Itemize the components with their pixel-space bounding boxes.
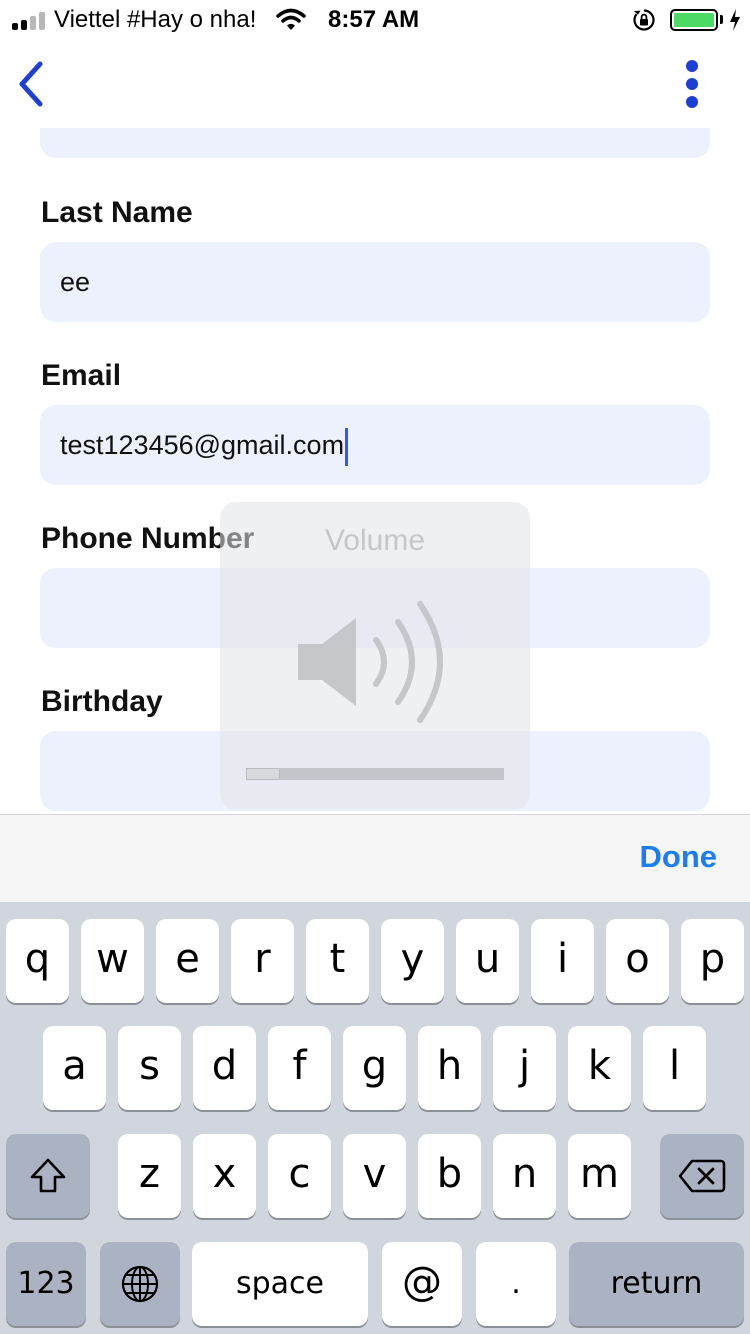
keyboard-toolbar: Done (0, 814, 750, 902)
volume-level-fill (246, 768, 280, 780)
key-h[interactable]: h (418, 1026, 481, 1110)
key-w[interactable]: w (81, 919, 144, 1003)
key-m[interactable]: m (568, 1134, 631, 1218)
signal-icon (12, 12, 48, 30)
backspace-key[interactable] (660, 1134, 744, 1218)
key-k[interactable]: k (568, 1026, 631, 1110)
return-key[interactable]: return (569, 1242, 744, 1326)
key-x[interactable]: x (193, 1134, 256, 1218)
key-f[interactable]: f (268, 1026, 331, 1110)
keyboard: q w e r t y u i o p a s d f g h j k l z … (0, 902, 750, 1334)
email-field[interactable]: test123456@gmail.com (40, 405, 710, 485)
last-name-value: ee (60, 267, 91, 297)
key-c[interactable]: c (268, 1134, 331, 1218)
birthday-label: Birthday (41, 685, 163, 718)
status-time: 8:57 AM (328, 6, 420, 33)
text-cursor (345, 427, 349, 466)
at-key[interactable]: @ (382, 1242, 462, 1326)
key-z[interactable]: z (118, 1134, 181, 1218)
shift-icon (30, 1158, 66, 1193)
key-u[interactable]: u (456, 919, 519, 1003)
globe-key[interactable] (100, 1242, 180, 1326)
volume-hud: Volume (220, 502, 530, 810)
key-y[interactable]: y (381, 919, 444, 1003)
email-value: test123456@gmail.com (60, 430, 345, 460)
status-bar: Viettel #Hay o nha! 8:57 AM (0, 0, 750, 40)
key-v[interactable]: v (343, 1134, 406, 1218)
period-key[interactable]: . (476, 1242, 556, 1326)
done-button[interactable]: Done (640, 839, 718, 875)
last-name-label: Last Name (41, 196, 193, 229)
key-b[interactable]: b (418, 1134, 481, 1218)
back-button[interactable] (12, 58, 52, 110)
volume-level-bar (246, 768, 504, 780)
key-p[interactable]: p (681, 919, 744, 1003)
key-e[interactable]: e (156, 919, 219, 1003)
rotation-lock-icon (633, 9, 655, 31)
key-q[interactable]: q (6, 919, 69, 1003)
more-vertical-icon (686, 60, 698, 72)
speaker-icon (298, 601, 443, 723)
globe-icon (121, 1265, 159, 1303)
first-name-field[interactable] (40, 128, 710, 158)
charging-icon (730, 9, 740, 31)
key-s[interactable]: s (118, 1026, 181, 1110)
key-o[interactable]: o (606, 919, 669, 1003)
backspace-icon (678, 1159, 726, 1193)
chevron-left-icon (19, 61, 43, 107)
battery-level (674, 13, 714, 27)
space-key[interactable]: space (192, 1242, 368, 1326)
numbers-key[interactable]: 123 (6, 1242, 86, 1326)
email-label: Email (41, 359, 122, 392)
key-i[interactable]: i (531, 919, 594, 1003)
carrier-name: Viettel #Hay o nha! (54, 6, 257, 33)
wifi-icon (276, 8, 306, 30)
last-name-field[interactable]: ee (40, 242, 710, 322)
key-a[interactable]: a (43, 1026, 106, 1110)
key-n[interactable]: n (493, 1134, 556, 1218)
key-r[interactable]: r (231, 919, 294, 1003)
key-d[interactable]: d (193, 1026, 256, 1110)
volume-title: Volume (324, 524, 426, 557)
battery-icon (670, 9, 718, 31)
key-j[interactable]: j (493, 1026, 556, 1110)
key-g[interactable]: g (343, 1026, 406, 1110)
key-t[interactable]: t (306, 919, 369, 1003)
more-options-button[interactable] (676, 58, 710, 110)
battery-nub (720, 15, 723, 24)
shift-key[interactable] (6, 1134, 90, 1218)
key-l[interactable]: l (643, 1026, 706, 1110)
